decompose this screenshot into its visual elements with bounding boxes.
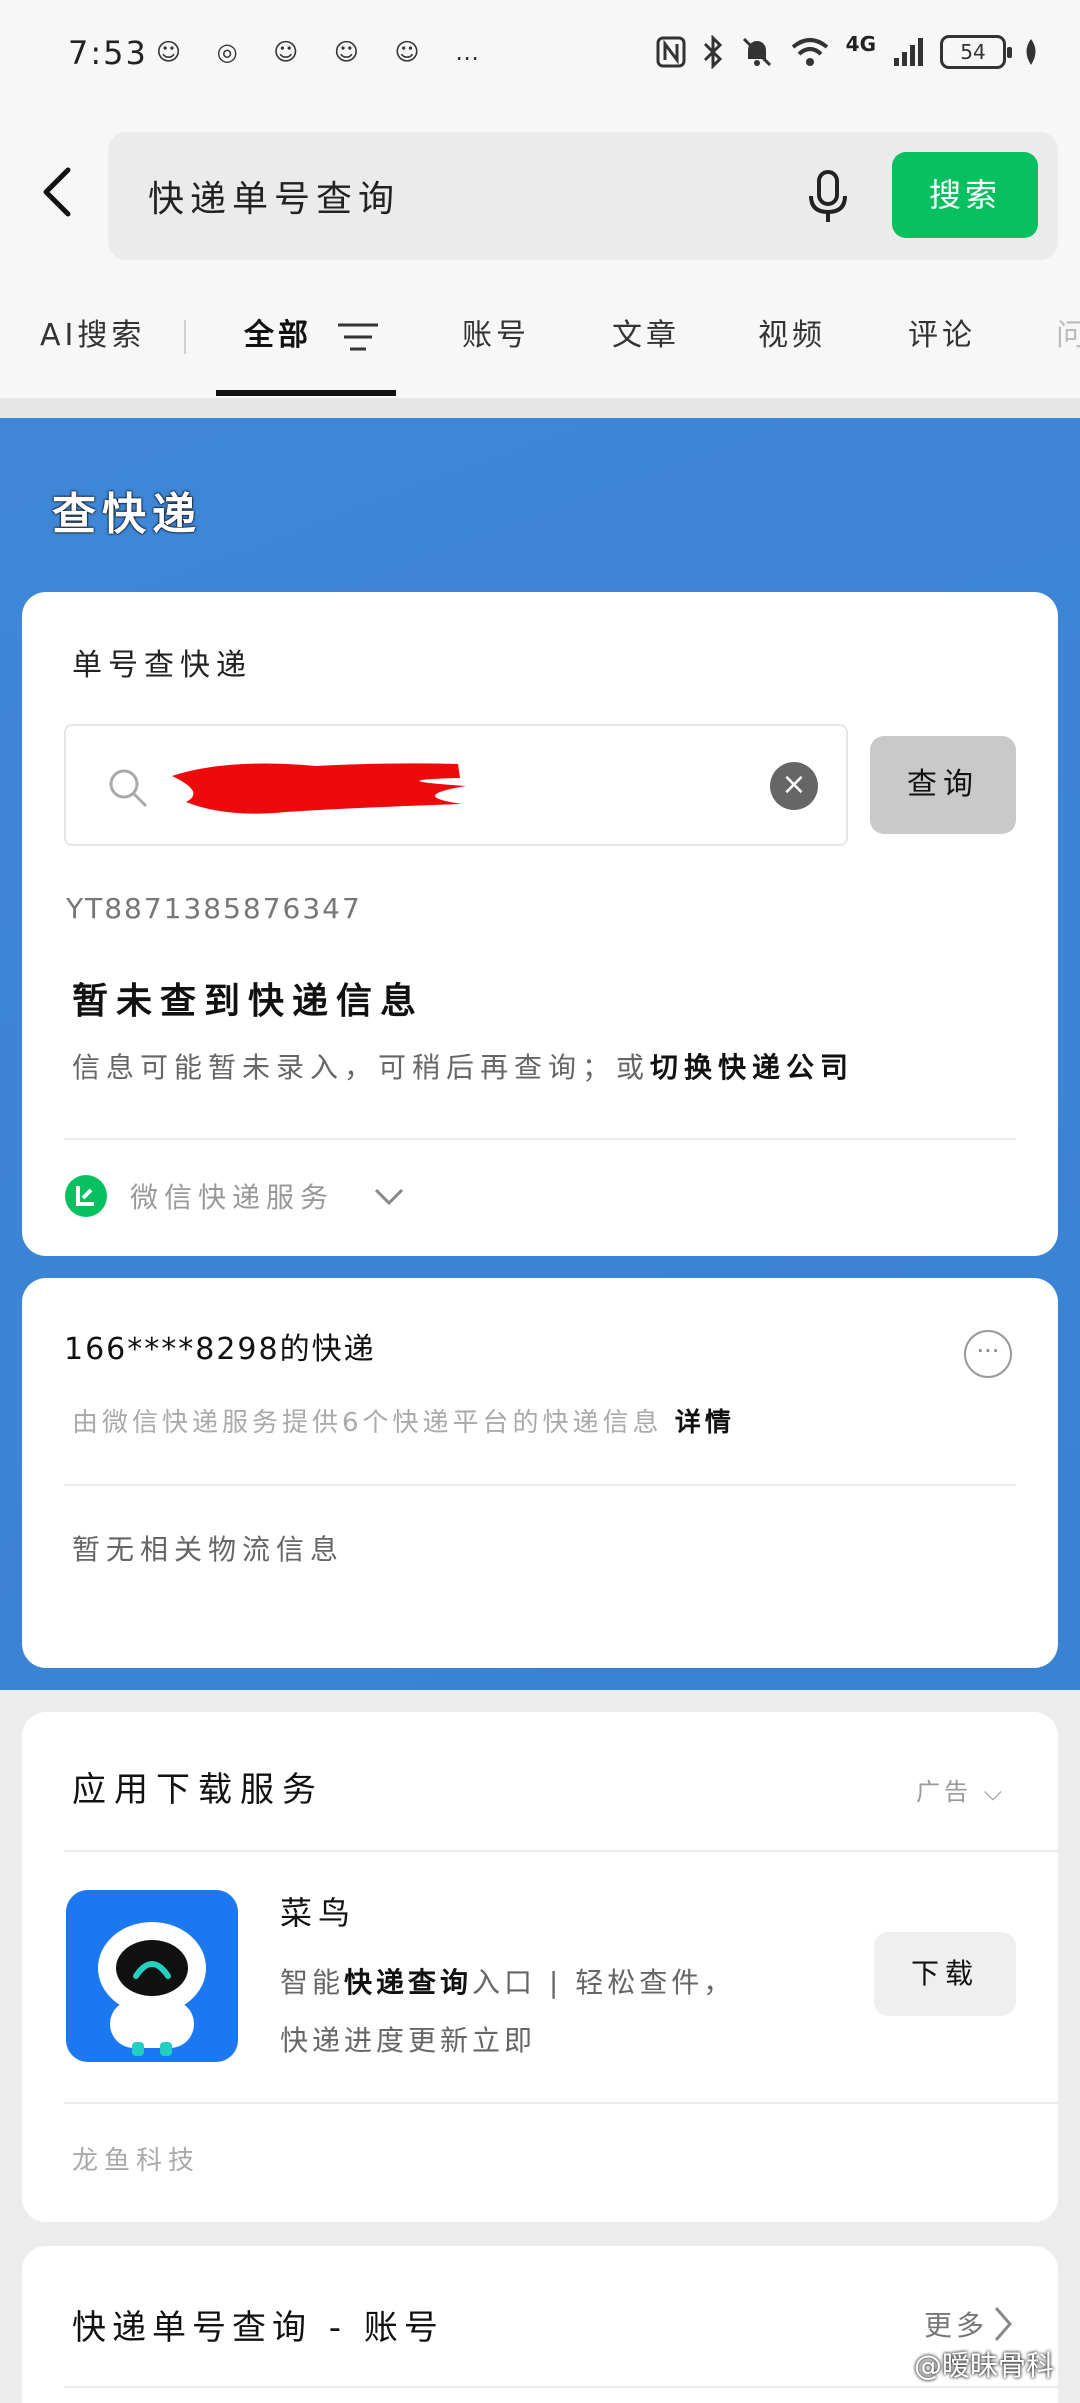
query-hint: 信息可能暂未录入，可稍后再查询；或切换快递公司 bbox=[72, 1046, 854, 1086]
divider bbox=[64, 1850, 1058, 1852]
search-query: 快递单号查询 bbox=[148, 179, 401, 220]
accounts-title: 快递单号查询 - 账号 bbox=[72, 2308, 444, 2348]
tab-articles[interactable]: 文章 bbox=[612, 310, 680, 354]
tab-questions[interactable]: 问 bbox=[1056, 310, 1080, 354]
robot-logo-icon bbox=[98, 1922, 206, 2056]
phone-express-subtitle: 由微信快递服务提供6个快递平台的快递信息 详情 bbox=[72, 1402, 735, 1439]
app-desc-highlight: 快递查询 bbox=[344, 1966, 473, 1999]
redaction-mark bbox=[172, 763, 466, 814]
notification-icons: ☺ ◎ ☺ ☺ ☺ … bbox=[156, 38, 494, 66]
app-name: 菜鸟 bbox=[280, 1894, 357, 1932]
bluetooth-icon bbox=[703, 35, 722, 69]
clear-input-button[interactable]: × bbox=[770, 762, 818, 810]
advertiser-name: 龙鱼科技 bbox=[72, 2146, 201, 2176]
search-icon bbox=[109, 769, 148, 808]
search-tabs: AI搜索 全部 账号 文章 视频 评论 问 bbox=[0, 270, 1080, 398]
tab-accounts[interactable]: 账号 bbox=[462, 310, 530, 354]
divider bbox=[64, 2386, 1058, 2388]
download-button[interactable]: 下载 bbox=[874, 1932, 1016, 2016]
accounts-card: 快递单号查询 - 账号 更多 bbox=[22, 2246, 1058, 2403]
ad-tag[interactable]: 广告 ⌵ bbox=[916, 1772, 1006, 1807]
battery-indicator: 54 bbox=[940, 35, 1012, 69]
cainiao-app-icon[interactable] bbox=[66, 1890, 238, 2062]
divider bbox=[64, 1484, 1016, 1486]
wifi-icon bbox=[791, 38, 828, 66]
tracking-number-input[interactable]: × bbox=[64, 724, 848, 846]
phone-express-title: 166****8298的快递 bbox=[64, 1332, 376, 1367]
active-tab-indicator bbox=[216, 390, 396, 396]
divider bbox=[64, 1138, 1016, 1140]
subtitle-text: 由微信快递服务提供6个快递平台的快递信息 bbox=[72, 1408, 663, 1438]
switch-company-link[interactable]: 切换快递公司 bbox=[650, 1051, 854, 1084]
hint-text: 信息可能暂未录入，可稍后再查询；或 bbox=[72, 1051, 651, 1084]
more-accounts-link[interactable]: 更多 bbox=[924, 2304, 988, 2344]
express-service-label[interactable]: 微信快递服务 bbox=[130, 1176, 334, 1216]
ad-tag-label: 广告 bbox=[916, 1778, 973, 1806]
app-description: 智能快递查询入口 | 轻松查件， 快递进度更新立即 bbox=[280, 1954, 840, 2070]
tab-ai-search[interactable]: AI搜索 bbox=[40, 310, 145, 354]
signal-icon bbox=[894, 38, 923, 66]
divider bbox=[64, 2102, 1058, 2104]
status-indicators: 4G 54 bbox=[656, 30, 1040, 74]
not-found-message: 暂未查到快递信息 bbox=[72, 981, 425, 1022]
tab-videos[interactable]: 视频 bbox=[758, 310, 826, 354]
watermark: @暧昧骨科 bbox=[913, 2349, 1054, 2382]
status-bar: 7:53 ☺ ◎ ☺ ☺ ☺ … 4G 54 bbox=[0, 0, 1080, 110]
chevron-down-icon[interactable] bbox=[372, 1182, 406, 1212]
app-desc-prefix: 智能 bbox=[280, 1966, 345, 1999]
phone-express-card: 166****8298的快递 ··· 由微信快递服务提供6个快递平台的快递信息 … bbox=[22, 1278, 1058, 1668]
filter-icon[interactable] bbox=[336, 320, 380, 354]
back-icon[interactable] bbox=[34, 162, 84, 222]
query-button[interactable]: 查询 bbox=[870, 736, 1016, 834]
mute-bell-icon bbox=[742, 37, 771, 67]
leaf-icon bbox=[1026, 39, 1036, 65]
tab-comments[interactable]: 评论 bbox=[908, 310, 976, 354]
app-download-title: 应用下载服务 bbox=[72, 1770, 324, 1810]
app-download-card: 应用下载服务 广告 ⌵ 菜鸟 智能快递查询入口 | 轻松查件， 快递进度更新立即… bbox=[22, 1712, 1058, 2222]
app-desc-suffix: 入口 | 轻松查件， bbox=[472, 1966, 736, 1999]
tabs-divider bbox=[0, 398, 1080, 418]
tab-separator bbox=[184, 320, 186, 354]
tab-all[interactable]: 全部 bbox=[244, 310, 312, 354]
express-panel-title: 查快递 bbox=[52, 489, 202, 540]
status-time: 7:53 bbox=[68, 34, 148, 72]
search-header: 快递单号查询 搜索 bbox=[0, 110, 1080, 270]
query-card-label: 单号查快递 bbox=[72, 648, 252, 683]
app-desc-line2: 快递进度更新立即 bbox=[280, 2024, 537, 2057]
search-button[interactable]: 搜索 bbox=[892, 152, 1038, 238]
network-type: 4G bbox=[845, 32, 876, 56]
wechat-express-service-icon bbox=[65, 1175, 107, 1217]
express-query-card: 单号查快递 × 查询 YT8871385876347 暂未查到快递信息 信息可能… bbox=[22, 592, 1058, 1256]
no-logistics-message: 暂无相关物流信息 bbox=[72, 1533, 345, 1566]
microphone-icon[interactable] bbox=[798, 166, 858, 226]
tracking-number: YT8871385876347 bbox=[66, 892, 362, 925]
search-input[interactable]: 快递单号查询 搜索 bbox=[108, 132, 1058, 260]
more-options-icon[interactable]: ··· bbox=[964, 1330, 1012, 1378]
nfc-icon bbox=[656, 36, 686, 68]
chevron-right-icon[interactable] bbox=[992, 2304, 1014, 2344]
details-link[interactable]: 详情 bbox=[675, 1408, 735, 1438]
